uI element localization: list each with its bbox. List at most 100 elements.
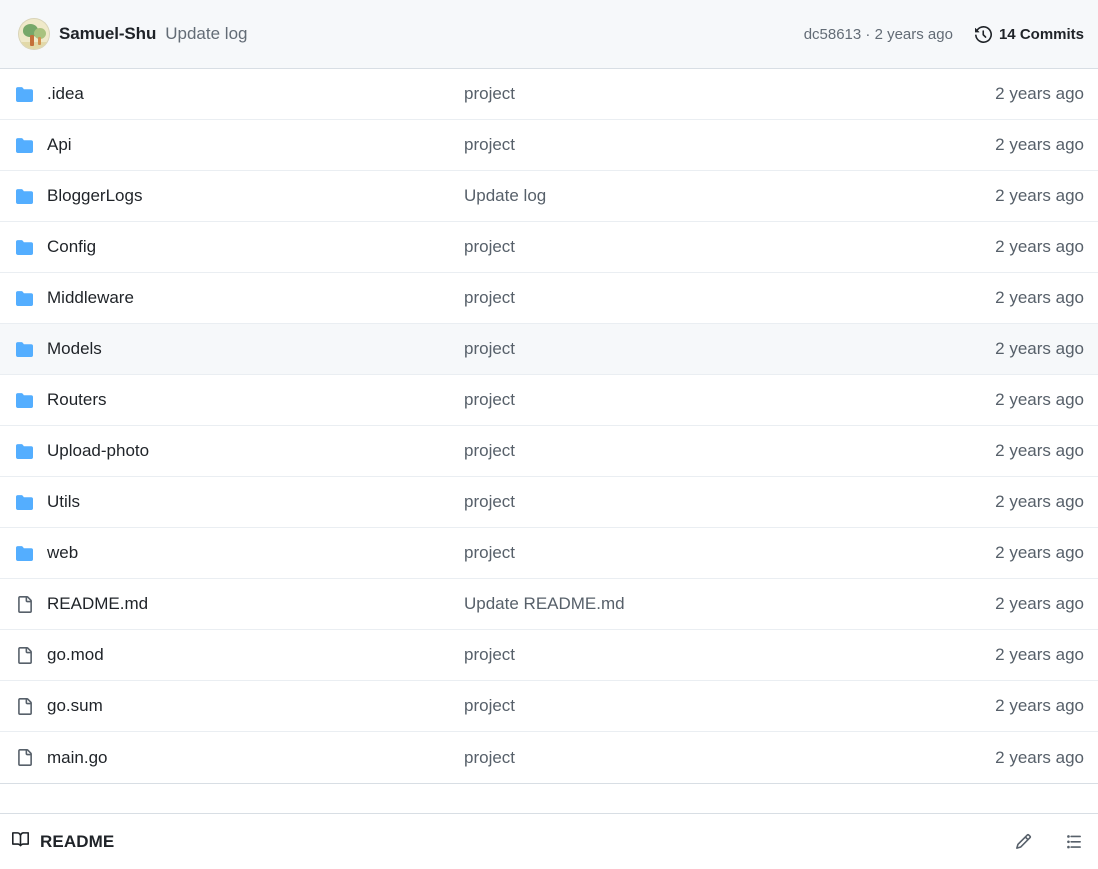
row-commit-age: 2 years ago: [995, 84, 1084, 103]
file-name-link[interactable]: Middleware: [47, 288, 134, 308]
file-name-cell: .idea: [16, 84, 464, 104]
row-commit-message[interactable]: project: [464, 339, 995, 359]
row-commit-message[interactable]: project: [464, 748, 995, 768]
file-name-link[interactable]: go.sum: [47, 696, 103, 716]
file-icon: [16, 697, 33, 716]
file-name-cell: BloggerLogs: [16, 186, 464, 206]
edit-readme-button[interactable]: [1012, 831, 1034, 853]
file-name-link[interactable]: Routers: [47, 390, 107, 410]
file-name-link[interactable]: go.mod: [47, 645, 104, 665]
folder-icon: [16, 544, 33, 563]
user-avatar-tree[interactable]: [18, 18, 50, 50]
folder-icon: [16, 136, 33, 155]
file-name-link[interactable]: Utils: [47, 492, 80, 512]
row-commit-age: 2 years ago: [995, 288, 1084, 307]
file-name-link[interactable]: README.md: [47, 594, 148, 614]
row-commit-age: 2 years ago: [995, 441, 1084, 460]
row-commit-message[interactable]: project: [464, 441, 995, 461]
row-commit-message[interactable]: project: [464, 645, 995, 665]
row-commit-message[interactable]: project: [464, 492, 995, 512]
row-commit-age: 2 years ago: [995, 390, 1084, 409]
table-row[interactable]: go.mod project 2 years ago: [0, 630, 1098, 681]
file-name-cell: go.sum: [16, 696, 464, 716]
table-row[interactable]: Routers project 2 years ago: [0, 375, 1098, 426]
file-name-link[interactable]: Config: [47, 237, 96, 257]
row-commit-age: 2 years ago: [995, 339, 1084, 358]
readme-title-group: README: [12, 831, 1012, 853]
file-name-link[interactable]: main.go: [47, 748, 107, 768]
file-icon: [16, 595, 33, 614]
file-name-cell: Models: [16, 339, 464, 359]
readme-section-header: README: [0, 813, 1098, 869]
row-commit-message[interactable]: project: [464, 390, 995, 410]
file-name-link[interactable]: Models: [47, 339, 102, 359]
file-name-cell: go.mod: [16, 645, 464, 665]
file-name-cell: Config: [16, 237, 464, 257]
row-commit-age: 2 years ago: [995, 696, 1084, 715]
table-row[interactable]: main.go project 2 years ago: [0, 732, 1098, 783]
commits-count-label: 14 Commits: [998, 25, 1084, 43]
file-icon: [16, 646, 33, 665]
commit-meta-group: dc58613 · 2 years ago 14 Commits: [804, 26, 1084, 43]
file-name-cell: Routers: [16, 390, 464, 410]
file-name-link[interactable]: BloggerLogs: [47, 186, 142, 206]
file-name-cell: main.go: [16, 748, 464, 768]
row-commit-message[interactable]: project: [464, 543, 995, 563]
book-icon: [12, 831, 30, 853]
folder-icon: [16, 238, 33, 257]
file-name-cell: Utils: [16, 492, 464, 512]
table-row[interactable]: BloggerLogs Update log 2 years ago: [0, 171, 1098, 222]
avatar-ground: [19, 42, 49, 49]
table-row[interactable]: Upload-photo project 2 years ago: [0, 426, 1098, 477]
file-name-link[interactable]: Api: [47, 135, 72, 155]
file-name-cell: Middleware: [16, 288, 464, 308]
table-row[interactable]: Models project 2 years ago: [0, 324, 1098, 375]
file-name-cell: Api: [16, 135, 464, 155]
row-commit-age: 2 years ago: [995, 594, 1084, 613]
commit-sha-and-time[interactable]: dc58613 · 2 years ago: [804, 26, 953, 43]
file-list-table: .idea project 2 years ago Api project 2 years…: [0, 69, 1098, 783]
row-commit-message[interactable]: project: [464, 237, 995, 257]
table-row[interactable]: Api project 2 years ago: [0, 120, 1098, 171]
readme-title: README: [40, 831, 115, 851]
history-icon: [974, 25, 992, 43]
readme-actions: [1012, 831, 1084, 853]
table-row[interactable]: Config project 2 years ago: [0, 222, 1098, 273]
file-name-link[interactable]: .idea: [47, 84, 84, 104]
file-name-link[interactable]: Upload-photo: [47, 441, 149, 461]
file-name-link[interactable]: web: [47, 543, 78, 563]
row-commit-message[interactable]: project: [464, 288, 995, 308]
row-commit-age: 2 years ago: [995, 492, 1084, 511]
row-commit-age: 2 years ago: [995, 645, 1084, 664]
folder-icon: [16, 289, 33, 308]
folder-icon: [16, 442, 33, 461]
avatar-tree-trunk-right: [38, 37, 41, 45]
table-row[interactable]: web project 2 years ago: [0, 528, 1098, 579]
readme-outline-button[interactable]: [1062, 831, 1084, 853]
commit-author-group: Samuel-Shu Update log: [18, 18, 804, 50]
latest-commit-header: Samuel-Shu Update log dc58613 · 2 years …: [0, 0, 1098, 69]
table-row[interactable]: Middleware project 2 years ago: [0, 273, 1098, 324]
row-commit-age: 2 years ago: [995, 543, 1084, 562]
list-unordered-icon: [1065, 833, 1082, 850]
latest-commit-message[interactable]: Update log: [165, 24, 247, 44]
pencil-icon: [1015, 833, 1032, 850]
row-commit-age: 2 years ago: [995, 135, 1084, 154]
table-row[interactable]: go.sum project 2 years ago: [0, 681, 1098, 732]
table-row[interactable]: Utils project 2 years ago: [0, 477, 1098, 528]
row-commit-message[interactable]: project: [464, 84, 995, 104]
row-commit-message[interactable]: Update README.md: [464, 594, 995, 614]
avatar-tree-trunk-left: [30, 35, 34, 46]
row-commit-message[interactable]: project: [464, 696, 995, 716]
file-name-cell: README.md: [16, 594, 464, 614]
folder-icon: [16, 391, 33, 410]
row-commit-age: 2 years ago: [995, 747, 1084, 767]
readme-spacer: [0, 784, 1098, 813]
folder-icon: [16, 85, 33, 104]
commits-count-link[interactable]: 14 Commits: [974, 25, 1084, 43]
commit-author-name[interactable]: Samuel-Shu: [59, 24, 156, 44]
table-row[interactable]: README.md Update README.md 2 years ago: [0, 579, 1098, 630]
row-commit-message[interactable]: Update log: [464, 186, 995, 206]
table-row[interactable]: .idea project 2 years ago: [0, 69, 1098, 120]
row-commit-message[interactable]: project: [464, 135, 995, 155]
